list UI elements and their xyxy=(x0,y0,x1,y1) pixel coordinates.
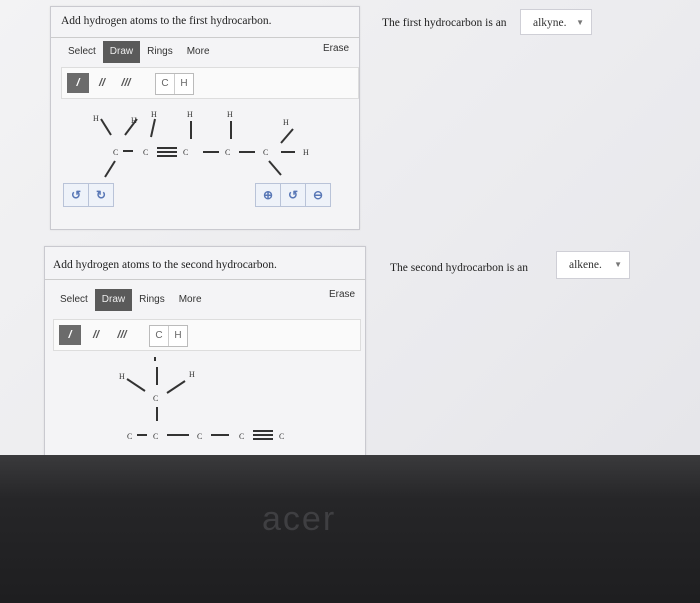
rings-tool-2[interactable]: Rings xyxy=(132,289,172,311)
double-bond-button-2[interactable]: // xyxy=(85,325,107,345)
atom-label: C xyxy=(239,432,244,441)
drawing-panel-1: Add hydrogen atoms to the first hydrocar… xyxy=(50,6,360,230)
browser-screen: Add hydrogen atoms to the first hydrocar… xyxy=(0,0,700,455)
zoom-out-icon[interactable]: ⊖ xyxy=(305,184,330,206)
more-tool-1[interactable]: More xyxy=(180,41,217,63)
panel-title-1: Add hydrogen atoms to the first hydrocar… xyxy=(61,15,272,27)
carbon-atom-button-2[interactable]: C xyxy=(150,326,168,346)
answer-value-2: alkene. xyxy=(569,259,602,271)
hydrogen-atom-button-1[interactable]: H xyxy=(174,74,193,94)
erase-button-2[interactable]: Erase xyxy=(329,289,355,300)
double-bond-button-1[interactable]: // xyxy=(91,73,113,93)
undo-icon[interactable]: ↺ xyxy=(64,184,88,206)
carbon-atom-button-1[interactable]: C xyxy=(156,74,174,94)
zoom-controls-1: ⊕ ↺ ⊖ xyxy=(255,183,331,207)
atom-label: C xyxy=(153,394,158,403)
select-tool-1[interactable]: Select xyxy=(61,41,103,63)
atom-label: H xyxy=(151,110,157,119)
atom-label: C xyxy=(113,148,118,157)
draw-tool-2[interactable]: Draw xyxy=(94,289,133,311)
toolbar-1: Select Draw Rings More xyxy=(61,41,217,63)
atom-label: H xyxy=(187,110,193,119)
atom-label: C xyxy=(279,432,284,441)
draw-tool-1[interactable]: Draw xyxy=(102,41,141,63)
atom-label: H xyxy=(93,114,99,123)
more-tool-2[interactable]: More xyxy=(172,289,209,311)
molecule-canvas-2[interactable]: H H C C C C C C xyxy=(105,351,345,451)
triple-bond-button-1[interactable]: /// xyxy=(115,73,137,93)
history-controls-1: ↺ ↻ xyxy=(63,183,114,207)
atom-label: H xyxy=(189,370,195,379)
chevron-down-icon: ▼ xyxy=(576,18,584,27)
triple-bond-button-2[interactable]: /// xyxy=(111,325,133,345)
zoom-in-icon[interactable]: ⊕ xyxy=(256,184,280,206)
atom-label: H xyxy=(227,110,233,119)
select-tool-2[interactable]: Select xyxy=(53,289,95,311)
laptop-brand-logo: acer xyxy=(262,500,337,538)
hydrogen-atom-button-2[interactable]: H xyxy=(168,326,187,346)
atom-label: C xyxy=(197,432,202,441)
answer-value-1: alkyne. xyxy=(533,17,567,29)
atom-label: C xyxy=(263,148,268,157)
drawing-panel-2: Add hydrogen atoms to the second hydroca… xyxy=(44,246,366,455)
atom-label: C xyxy=(153,432,158,441)
atom-label: H xyxy=(283,118,289,127)
answer-select-1[interactable]: alkyne. ▼ xyxy=(520,9,592,35)
atom-label: H xyxy=(119,372,125,381)
redo-icon[interactable]: ↻ xyxy=(88,184,113,206)
erase-button-1[interactable]: Erase xyxy=(323,43,349,54)
atom-label: H xyxy=(303,148,309,157)
reset-view-icon[interactable]: ↺ xyxy=(280,184,305,206)
atom-label: C xyxy=(127,432,132,441)
question-2: The second hydrocarbon is an xyxy=(390,262,528,274)
atom-label: C xyxy=(143,148,148,157)
single-bond-button-2[interactable]: / xyxy=(59,325,81,345)
question-1: The first hydrocarbon is an xyxy=(382,17,507,29)
atom-label: C xyxy=(183,148,188,157)
chevron-down-icon: ▼ xyxy=(614,260,622,269)
atom-selector-2: C H xyxy=(149,325,188,347)
single-bond-button-1[interactable]: / xyxy=(67,73,89,93)
laptop-bezel xyxy=(0,455,700,603)
toolbar-2: Select Draw Rings More xyxy=(53,289,209,311)
atom-selector-1: C H xyxy=(155,73,194,95)
atom-label: C xyxy=(225,148,230,157)
panel-title-2: Add hydrogen atoms to the second hydroca… xyxy=(53,259,277,271)
atom-label: H xyxy=(131,116,137,125)
rings-tool-1[interactable]: Rings xyxy=(140,41,180,63)
answer-select-2[interactable]: alkene. ▼ xyxy=(556,251,630,279)
